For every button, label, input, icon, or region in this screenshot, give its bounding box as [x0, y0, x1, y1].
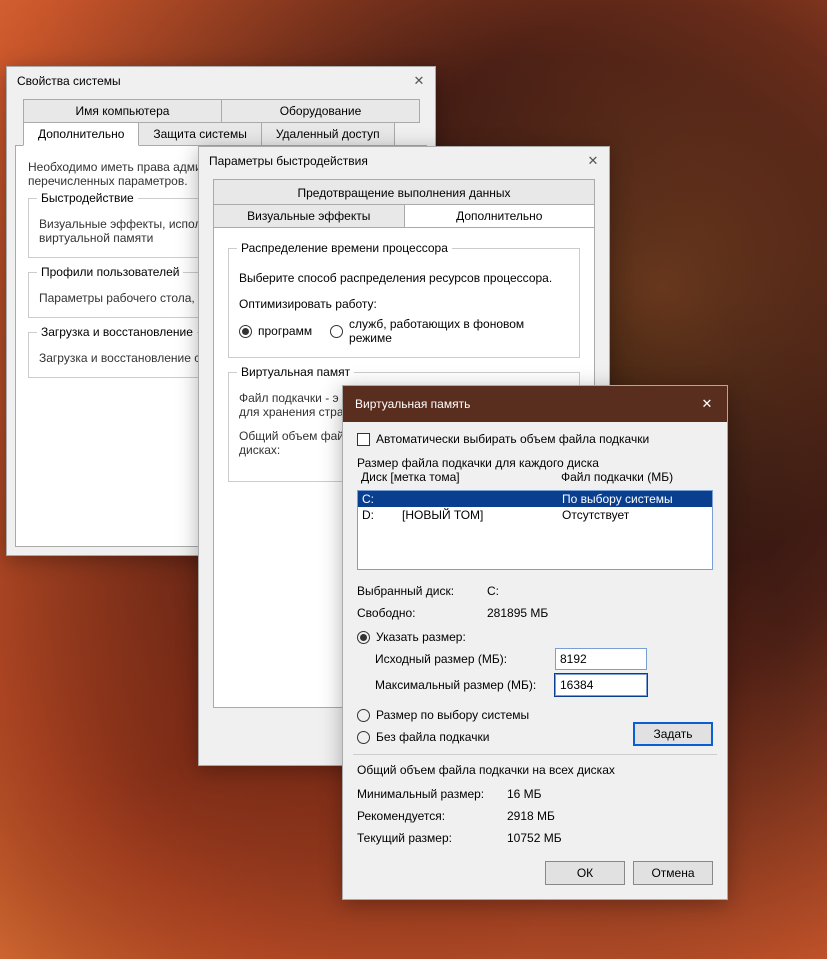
tab-advanced[interactable]: Дополнительно — [405, 204, 596, 228]
ok-button[interactable]: ОК — [545, 861, 625, 885]
label: Исходный размер (МБ): — [375, 652, 555, 666]
drive-pagefile: Отсутствует — [562, 508, 629, 522]
label: Выбранный диск: — [357, 584, 487, 598]
label: Текущий размер: — [357, 831, 507, 845]
close-icon[interactable]: ✕ — [693, 394, 721, 414]
list-header: Диск [метка тома] Файл подкачки (МБ) — [357, 470, 713, 484]
radio-icon — [330, 325, 343, 338]
cancel-button[interactable]: Отмена — [633, 861, 713, 885]
tab-computer-name[interactable]: Имя компьютера — [23, 99, 222, 123]
radio-services[interactable]: служб, работающих в фоновом режиме — [330, 317, 569, 345]
window-title: Свойства системы — [17, 74, 121, 88]
col-disk: Диск [метка тома] — [361, 470, 561, 484]
radio-row: программ служб, работающих в фоновом реж… — [239, 317, 569, 345]
tabstrip-row2: Дополнительно Защита системы Удаленный д… — [23, 122, 419, 146]
drive-pagefile: По выбору системы — [562, 492, 673, 506]
auto-size-checkbox[interactable]: Автоматически выбирать объем файла подка… — [357, 432, 713, 446]
checkbox-icon — [357, 433, 370, 446]
optimize-label: Оптимизировать работу: — [239, 297, 569, 311]
radio-label: служб, работающих в фоновом режиме — [349, 317, 569, 345]
label: Максимальный размер (МБ): — [375, 678, 555, 692]
virtual-memory-window: Виртуальная память ✕ Автоматически выбир… — [342, 385, 728, 900]
value: 16 МБ — [507, 787, 542, 801]
free-space-row: Свободно: 281895 МБ — [357, 606, 713, 620]
titlebar: Свойства системы ✕ — [7, 67, 435, 93]
drive-listbox[interactable]: C: По выбору системы D: [НОВЫЙ ТОМ] Отсу… — [357, 490, 713, 570]
radio-programs[interactable]: программ — [239, 324, 312, 338]
tab-advanced[interactable]: Дополнительно — [23, 122, 139, 146]
checkbox-label: Автоматически выбирать объем файла подка… — [376, 432, 649, 446]
separator — [353, 754, 717, 755]
radio-icon — [357, 709, 370, 722]
radio-system-managed[interactable]: Размер по выбору системы — [357, 708, 713, 722]
radio-icon — [239, 325, 252, 338]
radio-label: Без файла подкачки — [376, 730, 489, 744]
tab-dep[interactable]: Предотвращение выполнения данных — [214, 186, 594, 204]
current-size-row: Текущий размер: 10752 МБ — [357, 831, 713, 845]
titlebar: Параметры быстродействия ✕ — [199, 147, 609, 173]
group-title: Профили пользователей — [37, 265, 183, 279]
cpu-note: Выберите способ распределения ресурсов п… — [239, 271, 569, 285]
col-pagefile: Файл подкачки (МБ) — [561, 470, 673, 484]
value: 281895 МБ — [487, 606, 548, 620]
titlebar: Виртуальная память ✕ — [343, 386, 727, 422]
close-icon[interactable]: ✕ — [411, 73, 427, 89]
max-size-row: Максимальный размер (МБ): — [375, 674, 713, 696]
initial-size-row: Исходный размер (МБ): — [375, 648, 713, 670]
group-title: Загрузка и восстановление — [37, 325, 197, 339]
label: Минимальный размер: — [357, 787, 507, 801]
value: 2918 МБ — [507, 809, 555, 823]
radio-no-pagefile[interactable]: Без файла подкачки — [357, 730, 489, 744]
drive-label: [НОВЫЙ ТОМ] — [402, 508, 562, 522]
radio-custom-size[interactable]: Указать размер: — [357, 630, 713, 644]
group-title: Распределение времени процессора — [237, 241, 452, 255]
value: 10752 МБ — [507, 831, 562, 845]
radio-label: программ — [258, 324, 312, 338]
window-title: Параметры быстродействия — [209, 154, 368, 168]
drive-letter: C: — [362, 492, 402, 506]
initial-size-input[interactable] — [555, 648, 647, 670]
tab-hardware[interactable]: Оборудование — [221, 99, 420, 123]
set-button[interactable]: Задать — [633, 722, 713, 746]
total-header: Общий объем файла подкачки на всех диска… — [357, 763, 713, 777]
value: C: — [487, 584, 499, 598]
drive-row-c[interactable]: C: По выбору системы — [358, 491, 712, 507]
label: Свободно: — [357, 606, 487, 620]
drive-label — [402, 492, 562, 506]
recommended-row: Рекомендуется: 2918 МБ — [357, 809, 713, 823]
radio-icon — [357, 631, 370, 644]
size-header: Размер файла подкачки для каждого диска — [357, 456, 713, 470]
drive-letter: D: — [362, 508, 402, 522]
radio-label: Указать размер: — [376, 630, 466, 644]
radio-icon — [357, 731, 370, 744]
label: Рекомендуется: — [357, 809, 507, 823]
group-title: Виртуальная памят — [237, 365, 354, 379]
window-title: Виртуальная память — [355, 397, 470, 411]
vm-body: Автоматически выбирать объем файла подка… — [343, 422, 727, 899]
close-icon[interactable]: ✕ — [585, 153, 601, 169]
min-size-row: Минимальный размер: 16 МБ — [357, 787, 713, 801]
radio-label: Размер по выбору системы — [376, 708, 529, 722]
selected-drive-row: Выбранный диск: C: — [357, 584, 713, 598]
tab-protection[interactable]: Защита системы — [138, 122, 261, 146]
group-title: Быстродействие — [37, 191, 138, 205]
group-cpu: Распределение времени процессора Выберит… — [228, 248, 580, 358]
button-row: ОК Отмена — [357, 861, 713, 885]
drive-row-d[interactable]: D: [НОВЫЙ ТОМ] Отсутствует — [358, 507, 712, 523]
tab-remote[interactable]: Удаленный доступ — [261, 122, 395, 146]
tab-visual-effects[interactable]: Визуальные эффекты — [213, 204, 405, 228]
max-size-input[interactable] — [555, 674, 647, 696]
tabstrip-row1: Имя компьютера Оборудование — [23, 99, 419, 123]
